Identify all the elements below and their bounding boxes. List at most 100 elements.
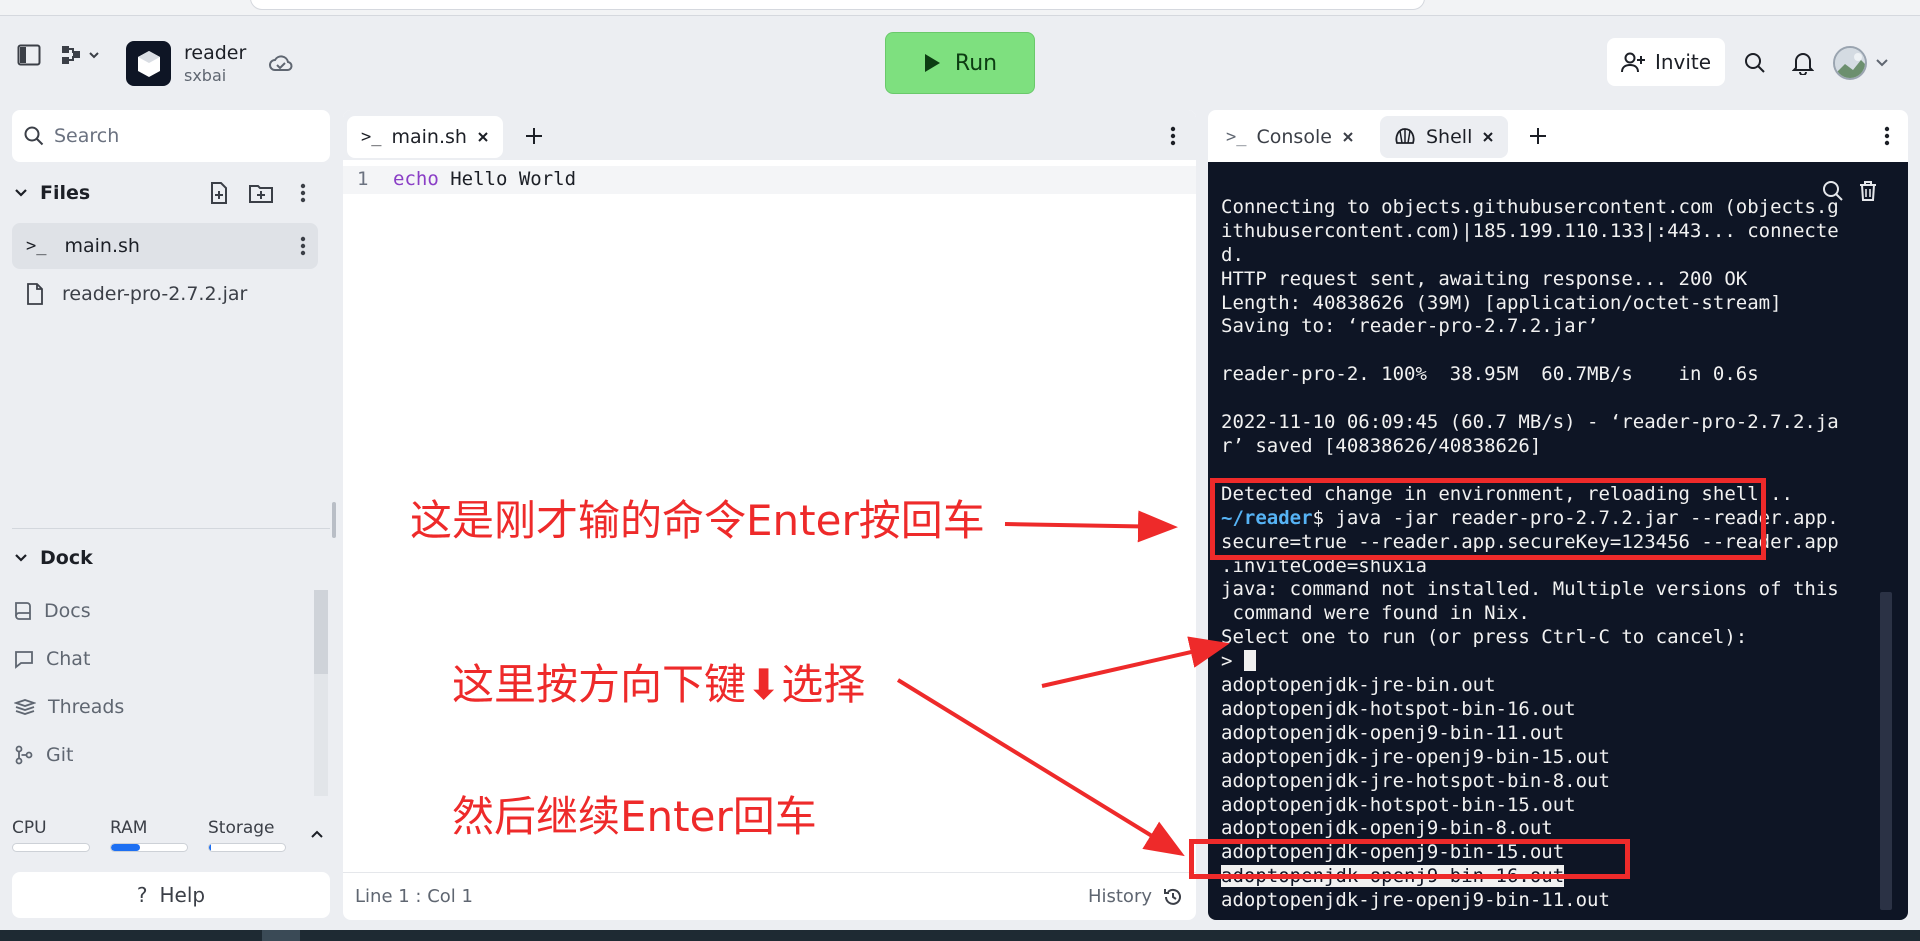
option-item[interactable]: adoptopenjdk-jre-hotspot-bin-8.out [1221, 770, 1891, 794]
terminal-scrollbar[interactable] [1880, 592, 1892, 910]
cpu-usage-bar [12, 843, 90, 852]
dock-item-chat[interactable]: Chat [14, 648, 90, 670]
dock-item-docs[interactable]: Docs [14, 600, 91, 622]
new-folder-icon[interactable] [247, 180, 275, 206]
repl-logo[interactable] [126, 41, 171, 86]
dock-section-toggle[interactable]: Dock [14, 547, 93, 569]
chevron-down-icon[interactable] [1874, 56, 1890, 70]
select-prompt: > [1221, 650, 1244, 673]
help-button[interactable]: ? Help [12, 872, 330, 918]
tab-console[interactable]: >_ Console [1212, 116, 1368, 158]
terminal-line: ithubusercontent.com)|185.199.110.133|:4… [1221, 219, 1839, 242]
files-more-options-icon[interactable] [290, 180, 316, 206]
invite-button[interactable]: Invite [1607, 38, 1725, 86]
threads-icon [14, 699, 36, 715]
dock-heading: Dock [40, 547, 93, 569]
terminal-line: HTTP request sent, awaiting response... … [1221, 267, 1748, 290]
cloud-sync-icon[interactable] [268, 52, 294, 76]
select-prompt-line: > [1221, 650, 1891, 674]
dock-item-label: Chat [46, 648, 91, 670]
dock-scrollbar-thumb[interactable] [314, 590, 328, 674]
os-taskbar [0, 930, 1920, 941]
storage-usage-fill [209, 844, 212, 851]
terminal-icon: >_ [1226, 127, 1247, 147]
taskbar-item[interactable] [262, 930, 300, 941]
dock-item-label: Threads [48, 696, 125, 718]
tab-main-sh[interactable]: >_ main.sh [347, 116, 503, 158]
terminal-line: command were found in Nix. [1221, 602, 1530, 625]
cursor-position: Line 1 : Col 1 [355, 886, 473, 907]
workspace-header: reader sxbai Run Invite [0, 16, 1920, 110]
file-item-reader-jar[interactable]: reader-pro-2.7.2.jar [12, 271, 318, 317]
terminal-cursor [1243, 650, 1256, 672]
divider [12, 528, 330, 529]
close-icon[interactable] [1482, 131, 1494, 143]
search-icon[interactable] [1742, 50, 1768, 76]
add-tab-icon[interactable] [1528, 126, 1548, 146]
storage-usage-bar [208, 843, 286, 852]
add-user-icon [1620, 52, 1645, 73]
sidebar-toggle-icon[interactable] [16, 42, 42, 68]
terminal-line: java: command not installed. Multiple ve… [1221, 578, 1839, 601]
run-button[interactable]: Run [885, 32, 1035, 94]
question-mark-icon: ? [136, 883, 148, 907]
annotation-note-command: 这是刚才输的命令Enter按回车 [410, 496, 985, 545]
option-item[interactable]: adoptopenjdk-openj9-bin-8.out [1221, 817, 1891, 841]
shell-more-options-icon[interactable] [1884, 126, 1890, 146]
history-button[interactable]: History [1088, 886, 1184, 908]
chevron-down-icon [15, 554, 27, 562]
notifications-bell-icon[interactable] [1790, 50, 1816, 76]
add-tab-icon[interactable] [524, 126, 544, 146]
repl-owner[interactable]: sxbai [184, 66, 226, 85]
editor-more-options-icon[interactable] [1170, 126, 1176, 146]
git-icon [15, 745, 33, 765]
history-label: History [1087, 886, 1152, 907]
terminal-line: Select one to run (or press Ctrl-C to ca… [1221, 626, 1748, 649]
history-icon [1164, 888, 1181, 905]
project-tree-menu-icon[interactable] [60, 42, 100, 68]
browser-strip [0, 0, 1920, 16]
dock-scrollbar[interactable] [314, 590, 328, 796]
dock-item-threads[interactable]: Threads [14, 696, 124, 718]
address-bar[interactable] [250, 0, 1425, 10]
tab-shell[interactable]: Shell [1380, 116, 1509, 158]
chevron-up-icon[interactable] [310, 829, 324, 839]
option-item[interactable]: adoptopenjdk-jre-openj9-bin-11.out [1221, 889, 1891, 913]
option-item[interactable]: adoptopenjdk-jre-openj9-bin-15.out [1221, 746, 1891, 770]
cpu-label: CPU [12, 818, 47, 838]
code-keyword: echo [393, 168, 439, 190]
option-item[interactable]: adoptopenjdk-jre-bin.out [1221, 674, 1891, 698]
file-name: reader-pro-2.7.2.jar [62, 283, 248, 305]
file-more-options-icon[interactable] [300, 236, 306, 256]
sidebar-resize-handle[interactable] [332, 502, 336, 538]
files-heading: Files [40, 182, 91, 204]
files-section-toggle[interactable]: Files [14, 182, 90, 204]
code-line[interactable]: 1 echo Hello World [343, 166, 1196, 194]
close-icon[interactable] [477, 131, 489, 143]
ram-label: RAM [110, 818, 148, 838]
editor-status-bar: Line 1 : Col 1 History [343, 872, 1196, 920]
avatar[interactable] [1833, 46, 1867, 80]
option-item[interactable]: adoptopenjdk-openj9-bin-11.out [1221, 722, 1891, 746]
code-text[interactable]: echo Hello World [393, 168, 576, 190]
terminal-line: Saving to: ‘reader-pro-2.7.2.jar’ [1221, 315, 1599, 338]
search-input[interactable]: Search [12, 110, 330, 162]
line-number: 1 [357, 168, 369, 190]
ram-usage-fill [111, 844, 140, 851]
option-item[interactable]: adoptopenjdk-hotspot-bin-16.out [1221, 698, 1891, 722]
search-icon [24, 126, 44, 146]
dock-item-git[interactable]: Git [14, 744, 73, 766]
terminal-line: Connecting to objects.githubusercontent.… [1221, 195, 1839, 218]
file-icon [27, 283, 43, 305]
repl-name[interactable]: reader [184, 42, 246, 64]
close-icon[interactable] [1342, 131, 1354, 143]
new-file-icon[interactable] [206, 180, 232, 206]
trash-icon[interactable] [1858, 180, 1878, 202]
option-item[interactable]: adoptopenjdk-hotspot-bin-15.out [1221, 794, 1891, 818]
book-icon [15, 602, 31, 620]
tab-label: Shell [1426, 126, 1473, 148]
terminal-search-icon[interactable] [1822, 180, 1844, 202]
file-item-main-sh[interactable]: >_ main.sh [12, 223, 318, 269]
